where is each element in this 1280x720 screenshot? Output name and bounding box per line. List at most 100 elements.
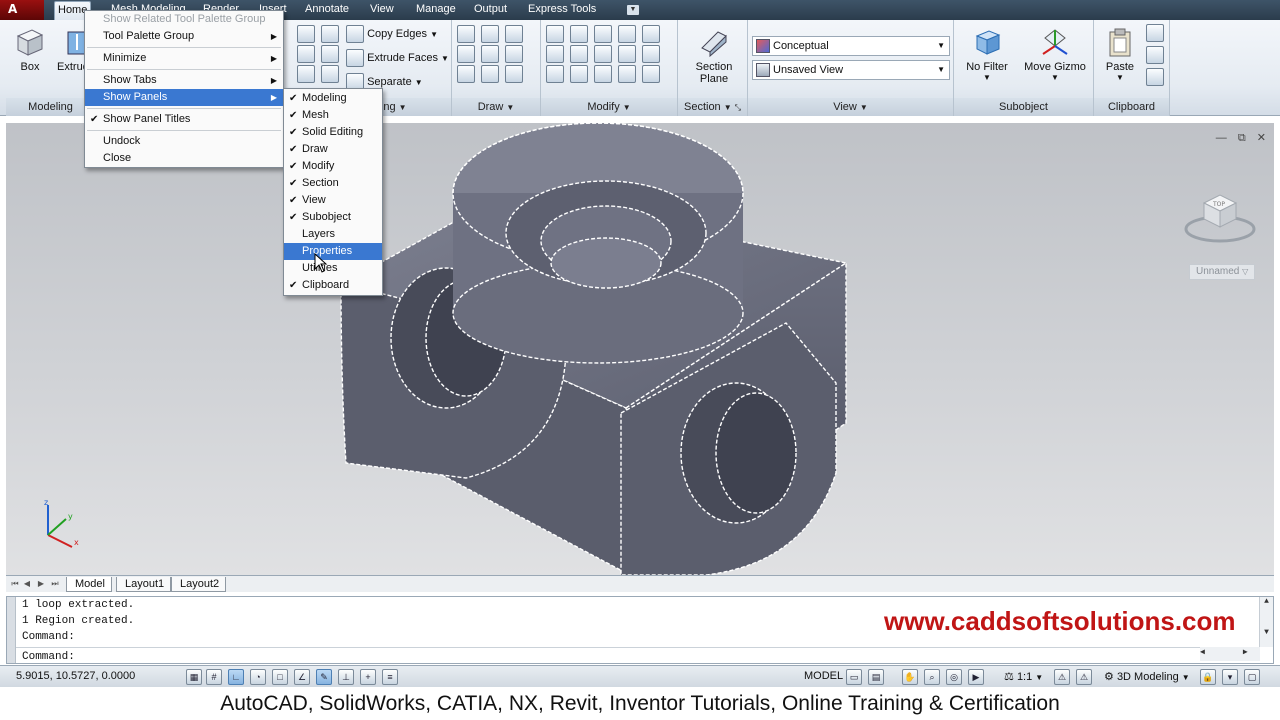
clean-screen-icon[interactable]: ▢ (1244, 669, 1260, 685)
quick-view-layouts-icon[interactable]: ▭ (846, 669, 862, 685)
copy-edges-button[interactable]: Copy Edges ▼ (346, 24, 438, 44)
minimize-icon[interactable]: — (1216, 132, 1227, 144)
array-icon[interactable] (594, 65, 612, 83)
cursor-coordinates[interactable]: 5.9015, 10.5727, 0.0000 (16, 670, 135, 682)
3d-array-icon[interactable] (570, 45, 588, 63)
lock-icon[interactable]: 🔒 (1200, 669, 1216, 685)
command-history-scrollbar[interactable]: ▲ ▼ (1259, 597, 1273, 647)
panel-title-draw[interactable]: Draw ▼ (452, 98, 540, 116)
auto-scale-icon[interactable]: ⚠ (1076, 669, 1092, 685)
showmotion-icon[interactable]: ▶ (968, 669, 984, 685)
dynamic-input-icon[interactable]: + (360, 669, 376, 685)
3d-mirror-icon[interactable] (570, 65, 588, 83)
visual-style-dropdown[interactable]: Conceptual ▼ (752, 36, 950, 56)
section-plane-button[interactable]: Section Plane (686, 26, 742, 85)
menu-item-show-related-tool-palette-group[interactable]: Show Related Tool Palette Group (85, 11, 283, 28)
layout-tab-layout2[interactable]: Layout2 (171, 577, 227, 592)
model-space-toggle[interactable]: MODEL (804, 670, 843, 682)
cut-icon[interactable] (1146, 24, 1164, 42)
zoom-icon[interactable]: ⌕ (924, 669, 940, 685)
intersect-icon[interactable] (297, 65, 315, 83)
command-horizontal-scrollbar[interactable]: ◀ ▶ (1200, 647, 1260, 661)
3d-object-snap-icon[interactable]: ∠ (294, 669, 310, 685)
paste-button[interactable]: Paste ▼ (1100, 26, 1140, 82)
ellipse-icon[interactable] (505, 65, 523, 83)
close-icon[interactable]: ✕ (1257, 132, 1266, 144)
steering-wheel-icon[interactable]: ◎ (946, 669, 962, 685)
workspace-switcher-dropdown[interactable]: ⚙ 3D Modeling ▼ (1104, 670, 1190, 683)
3d-move-icon[interactable] (594, 25, 612, 43)
slice-icon[interactable] (321, 45, 339, 63)
rectangle-icon[interactable] (481, 65, 499, 83)
tab-annotate[interactable]: Annotate (302, 1, 352, 20)
3d-align-icon[interactable] (546, 45, 564, 63)
polyline-icon[interactable] (457, 25, 475, 43)
submenu-item-solid-editing[interactable]: ✔ Solid Editing (284, 124, 382, 141)
box-button[interactable]: Box (10, 26, 50, 73)
panel-title-modify[interactable]: Modify ▼ (541, 98, 677, 116)
command-input-line[interactable]: Command: (16, 647, 1256, 663)
submenu-item-mesh[interactable]: ✔ Mesh (284, 107, 382, 124)
move-gizmo-button[interactable]: Move Gizmo ▼ (1020, 26, 1090, 82)
quick-view-drawings-icon[interactable]: ▤ (868, 669, 884, 685)
menu-item-show-panel-titles[interactable]: ✔ Show Panel Titles (85, 111, 283, 128)
copy-icon[interactable] (1146, 46, 1164, 64)
submenu-item-clipboard[interactable]: ✔ Clipboard (284, 277, 382, 294)
extract-edges-icon[interactable] (321, 25, 339, 43)
3d-rotate-icon[interactable] (570, 25, 588, 43)
line-icon[interactable] (481, 45, 499, 63)
submenu-item-subobject[interactable]: ✔ Subobject (284, 209, 382, 226)
tab-overflow-dropdown-icon[interactable]: ▼ (627, 5, 639, 15)
helix-icon[interactable] (481, 25, 499, 43)
command-window-grip[interactable] (7, 597, 16, 663)
match-properties-icon[interactable] (618, 65, 636, 83)
status-menu-icon[interactable]: ▾ (1222, 669, 1238, 685)
3d-solid-model[interactable] (6, 123, 1274, 575)
panel-title-subobject[interactable]: Subobject (954, 98, 1093, 116)
panel-title-section[interactable]: Section ▼ ⤡ (678, 98, 747, 116)
snap-mode-icon[interactable]: ▦ (186, 669, 202, 685)
menu-item-tool-palette-group[interactable]: Tool Palette Group ▶ (85, 28, 283, 45)
imprint-icon[interactable] (321, 65, 339, 83)
3d-scale-icon[interactable] (546, 65, 564, 83)
object-snap-icon[interactable]: □ (272, 669, 288, 685)
next-layout-arrow-icon[interactable]: ▶ (36, 578, 46, 590)
menu-item-show-tabs[interactable]: Show Tabs ▶ (85, 72, 283, 89)
object-snap-tracking-icon[interactable]: ✎ (316, 669, 332, 685)
pan-icon[interactable]: ✋ (902, 669, 918, 685)
submenu-item-draw[interactable]: ✔ Draw (284, 141, 382, 158)
last-layout-arrow-icon[interactable]: ⏭ (50, 578, 60, 590)
submenu-item-utilities[interactable]: Utilities (284, 260, 382, 277)
copy-with-basepoint-icon[interactable] (1146, 68, 1164, 86)
panel-title-modeling[interactable]: Modeling (6, 98, 95, 116)
offset-icon[interactable] (594, 45, 612, 63)
scroll-down-icon[interactable]: ▼ (1260, 628, 1273, 637)
tab-output[interactable]: Output (471, 1, 510, 20)
named-view-dropdown[interactable]: Unsaved View ▼ (752, 60, 950, 80)
menu-item-close[interactable]: Close (85, 150, 283, 167)
trim-icon[interactable] (618, 25, 636, 43)
layout-tab-model[interactable]: Model (66, 577, 112, 592)
tab-view[interactable]: View (367, 1, 397, 20)
polygon-icon[interactable] (457, 65, 475, 83)
circle-icon[interactable] (505, 45, 523, 63)
submenu-item-modeling[interactable]: ✔ Modeling (284, 90, 382, 107)
menu-item-undock[interactable]: Undock (85, 133, 283, 150)
menu-item-minimize[interactable]: Minimize ▶ (85, 50, 283, 67)
polar-tracking-icon[interactable]: ◔ (250, 669, 266, 685)
erase-icon[interactable] (642, 65, 660, 83)
fillet-icon[interactable] (546, 25, 564, 43)
no-filter-button[interactable]: No Filter ▼ (960, 26, 1014, 82)
scroll-right-icon[interactable]: ▶ (1243, 648, 1248, 657)
first-layout-arrow-icon[interactable]: ⏮ (10, 578, 20, 590)
dynamic-ucs-icon[interactable]: ⊥ (338, 669, 354, 685)
ucs-menu-dropdown[interactable]: Unnamed ▽ (1189, 264, 1255, 280)
prev-layout-arrow-icon[interactable]: ◀ (22, 578, 32, 590)
panel-title-view[interactable]: View ▼ (748, 98, 953, 116)
mirror-icon[interactable] (618, 45, 636, 63)
spline-icon[interactable] (457, 45, 475, 63)
submenu-item-section[interactable]: ✔ Section (284, 175, 382, 192)
annotation-scale-dropdown[interactable]: ⚖ 1:1 ▼ (1004, 670, 1043, 683)
subtract-icon[interactable] (297, 45, 315, 63)
panel-title-clipboard[interactable]: Clipboard (1094, 98, 1169, 116)
